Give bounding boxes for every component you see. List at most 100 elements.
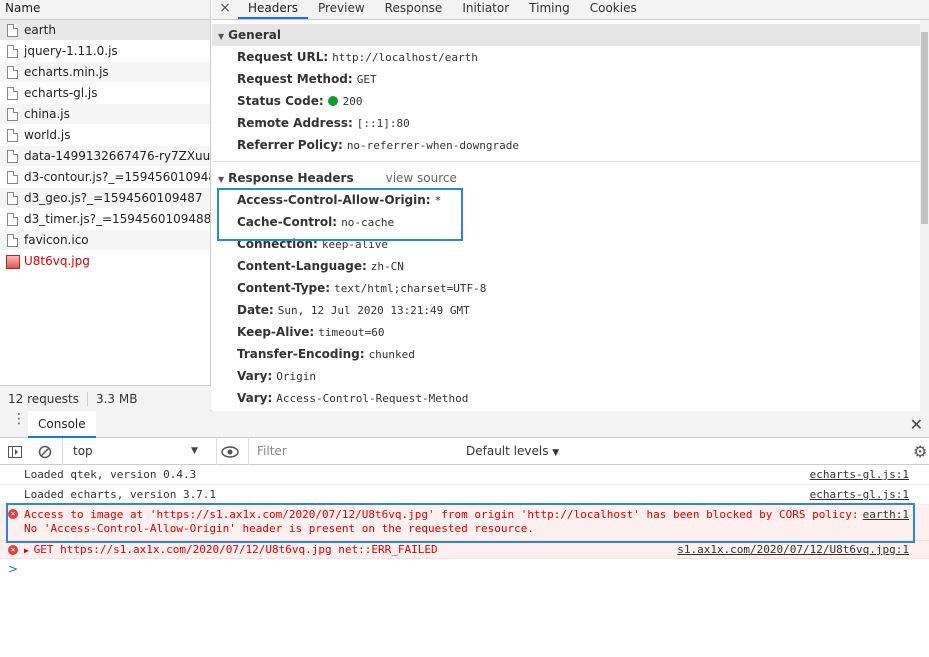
request-list-item[interactable]: data-1499132667476-ry7ZXuu4... [0, 146, 210, 167]
header-value: Sun, 12 Jul 2020 13:21:49 GMT [277, 304, 470, 317]
source-link[interactable]: s1.ax1x.com/2020/07/12/U8t6vq.jpg:1 [677, 541, 909, 559]
general-section: ▼ General Request URL: http://localhost/ea… [212, 24, 921, 156]
header-key: Referrer Policy: [237, 138, 343, 152]
file-icon [7, 45, 18, 58]
drawer-tabs: ⋮ Console ✕ [0, 411, 929, 438]
file-icon [7, 129, 18, 142]
console-error-message: ✕ ▶ GET https://s1.ax1x.com/2020/07/12/U8… [0, 541, 929, 559]
view-source-link[interactable]: view source [386, 171, 457, 185]
name-column-header[interactable]: Name [0, 0, 210, 20]
filter-input[interactable]: Filter [248, 438, 458, 465]
header-key: Vary: [237, 369, 273, 383]
general-section-header[interactable]: ▼ General [212, 24, 921, 46]
file-icon [7, 108, 18, 121]
request-name: china.js [24, 107, 70, 121]
source-link[interactable]: echarts-gl.js:1 [810, 485, 909, 505]
header-row: Status Code: 200 [212, 90, 921, 112]
request-list-item[interactable]: d3_geo.js?_=1594560109487 [0, 188, 210, 209]
file-icon [7, 234, 18, 247]
request-name: jquery-1.11.0.js [24, 44, 118, 58]
request-list-item[interactable]: china.js [0, 104, 210, 125]
request-name: world.js [24, 128, 71, 142]
image-file-icon [6, 255, 20, 269]
prompt-caret-icon: > [8, 562, 19, 576]
request-name: favicon.ico [24, 233, 89, 247]
message-text: GET https://s1.ax1x.com/2020/07/12/U8t6v… [33, 543, 438, 556]
header-value: Origin [276, 370, 317, 383]
request-list-item[interactable]: favicon.ico [0, 230, 210, 251]
file-icon [7, 192, 18, 205]
header-key: Transfer-Encoding: [237, 347, 365, 361]
expand-triangle-icon: ▼ [218, 32, 225, 41]
console-toolbar: top ▼ Filter Default levels ▼ ⚙ [0, 438, 929, 465]
request-list-item[interactable]: earth [0, 20, 210, 41]
chevron-down-icon: ▼ [191, 446, 198, 456]
header-row: Keep-Alive: timeout=60 [212, 321, 921, 343]
header-value: [::1]:80 [356, 117, 410, 130]
request-detail-pane: × Headers Preview Response Initiator Timing C… [212, 0, 929, 411]
header-row: Content-Language: zh-CN [212, 255, 921, 277]
response-headers-section-header[interactable]: ▼ Response Headers view source [212, 167, 921, 189]
header-row: Request URL: http://localhost/earth [212, 46, 921, 68]
header-value: http://localhost/earth [332, 51, 478, 64]
chevron-down-icon: ▼ [552, 448, 560, 458]
console-drawer: ⋮ Console ✕ top ▼ Filter Default levels … [0, 411, 929, 657]
request-name: d3_timer.js?_=1594560109488 [24, 212, 210, 226]
console-log-message: Loaded qtek, version 0.4.3 echarts-gl.js:… [0, 465, 929, 485]
eye-icon[interactable] [216, 438, 240, 465]
header-key: Request Method: [237, 72, 353, 86]
request-list-item[interactable]: jquery-1.11.0.js [0, 41, 210, 62]
expand-triangle-icon: ▼ [218, 175, 225, 184]
request-list-pane: Name earth jquery-1.11.0.js echarts.min.js… [0, 0, 211, 432]
request-name: d3_geo.js?_=1594560109487 [24, 191, 203, 205]
expand-arrow-icon[interactable]: ▶ [24, 546, 34, 555]
scrollbar-thumb[interactable] [921, 32, 928, 224]
request-list-item[interactable]: echarts-gl.js [0, 83, 210, 104]
clear-console-icon[interactable] [38, 438, 54, 465]
header-value: text/html;charset=UTF-8 [334, 282, 487, 295]
message-text: Loaded echarts, version 3.7.1 [24, 488, 217, 501]
close-detail-icon[interactable]: × [212, 1, 238, 19]
request-list: earth jquery-1.11.0.js echarts.min.js echar… [0, 20, 210, 272]
tab-response[interactable]: Response [375, 1, 453, 19]
header-value: no-referrer-when-downgrade [346, 139, 519, 152]
header-row: Transfer-Encoding: chunked [212, 343, 921, 365]
file-icon [7, 150, 18, 163]
source-link[interactable]: echarts-gl.js:1 [810, 465, 909, 485]
request-list-item[interactable]: world.js [0, 125, 210, 146]
tab-headers[interactable]: Headers [238, 1, 308, 19]
context-select[interactable]: top ▼ [62, 438, 208, 465]
close-drawer-icon[interactable]: ✕ [910, 415, 923, 434]
network-summary-bar: 12 requests3.3 MB transferred [0, 385, 211, 432]
tab-initiator[interactable]: Initiator [452, 1, 519, 19]
tab-preview[interactable]: Preview [308, 1, 375, 19]
sidebar-toggle-icon[interactable] [8, 438, 24, 465]
request-list-item[interactable]: d3-contour.js?_=1594560109486 [0, 167, 210, 188]
file-icon [7, 87, 18, 100]
request-name: d3-contour.js?_=1594560109486 [24, 170, 210, 184]
more-menu-icon[interactable]: ⋮ [12, 412, 26, 426]
tab-timing[interactable]: Timing [519, 1, 580, 19]
log-levels-dropdown[interactable]: Default levels ▼ [466, 438, 566, 465]
header-value: zh-CN [370, 260, 404, 273]
request-name: echarts.min.js [24, 65, 109, 79]
header-key: Remote Address: [237, 116, 353, 130]
highlight-box-cors-error [6, 503, 915, 543]
request-list-item[interactable]: U8t6vq.jpg [0, 251, 210, 272]
header-key: Status Code: [237, 94, 324, 108]
file-icon [7, 66, 18, 79]
header-row: Referrer Policy: no-referrer-when-downgra… [212, 134, 921, 156]
console-log-message: Loaded echarts, version 3.7.1 echarts-gl.… [0, 485, 929, 505]
header-value: 200 [342, 95, 363, 108]
request-list-item[interactable]: d3_timer.js?_=1594560109488 [0, 209, 210, 230]
gear-icon[interactable]: ⚙ [913, 438, 929, 465]
detail-scrollbar[interactable] [920, 20, 929, 411]
file-icon [7, 171, 18, 184]
tab-console[interactable]: Console [28, 411, 96, 438]
console-prompt[interactable]: > [0, 559, 929, 579]
header-row: Date: Sun, 12 Jul 2020 13:21:49 GMT [212, 299, 921, 321]
request-list-item[interactable]: echarts.min.js [0, 62, 210, 83]
tab-cookies[interactable]: Cookies [580, 1, 647, 19]
header-row: Request Method: GET [212, 68, 921, 90]
header-key: Content-Language: [237, 259, 367, 273]
